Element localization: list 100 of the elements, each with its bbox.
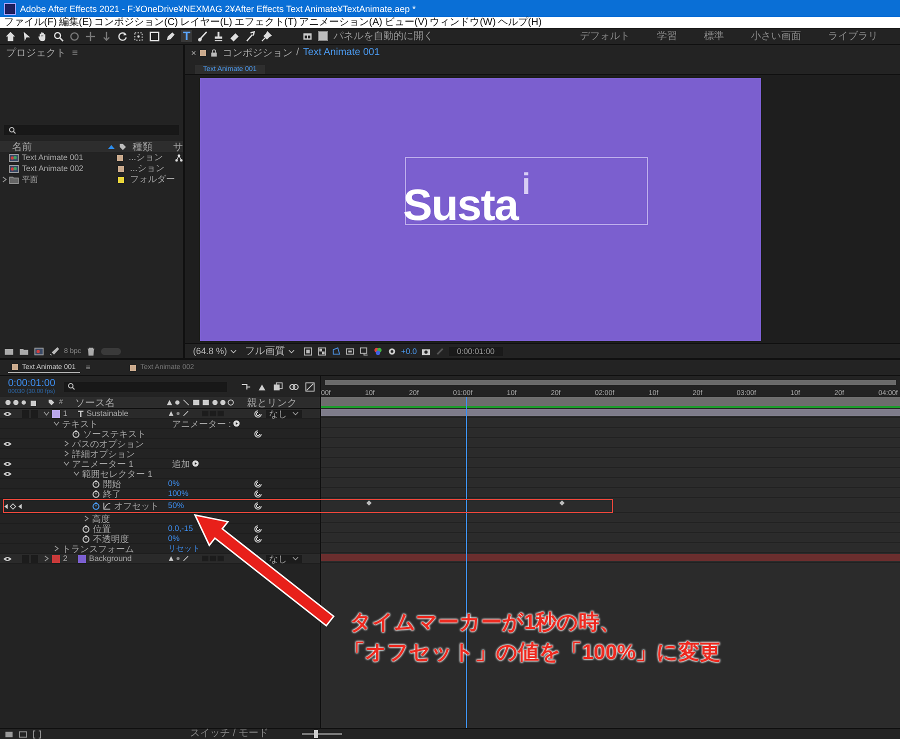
down-arrow-icon[interactable]	[101, 30, 112, 42]
layer-search-field[interactable]	[64, 382, 227, 392]
menu-item[interactable]: レイヤー(L)	[180, 17, 232, 28]
menu-item[interactable]: アニメーション(A)	[299, 17, 382, 28]
eraser-icon[interactable]	[229, 30, 240, 42]
pickwhip-icon[interactable]	[254, 490, 262, 498]
menu-item[interactable]: ビュー(V)	[384, 17, 428, 28]
chevron-down-icon[interactable]	[53, 421, 60, 426]
panel-menu-icon[interactable]: ≡	[72, 48, 78, 58]
chevron-right-icon[interactable]	[44, 555, 49, 562]
keyframe-navigator-icon[interactable]	[3, 502, 23, 510]
parent-dropdown[interactable]: なし	[266, 554, 302, 562]
chevron-right-icon[interactable]	[84, 515, 89, 522]
lock-icon[interactable]	[210, 48, 218, 56]
move-icon[interactable]	[85, 30, 96, 42]
visibility-eye-icon[interactable]	[3, 460, 12, 466]
keyframe-icon[interactable]	[366, 500, 372, 506]
column-header[interactable]: ソース名	[75, 396, 161, 410]
auto-open-checkbox[interactable]	[318, 31, 328, 41]
property-value[interactable]: 50%	[168, 501, 184, 511]
rectangle-icon[interactable]	[149, 30, 160, 42]
zoom-slider-thumb[interactable]	[314, 730, 318, 738]
stopwatch-icon[interactable]	[72, 430, 80, 438]
panel-menu-icon[interactable]: ≡	[86, 363, 90, 372]
pickwhip-icon[interactable]	[254, 480, 262, 488]
chevron-right-icon[interactable]	[64, 450, 69, 457]
trash-icon[interactable]	[86, 346, 96, 356]
add-animator-button[interactable]: 追加	[172, 458, 199, 468]
stopwatch-icon[interactable]	[92, 480, 100, 488]
pickwhip-icon[interactable]	[254, 502, 262, 510]
visibility-eye-icon[interactable]	[3, 556, 12, 562]
menu-item[interactable]: コンポジション(C)	[94, 17, 178, 28]
workspace-tab[interactable]: 標準	[704, 29, 724, 43]
property-value[interactable]: 0%	[168, 478, 180, 488]
region-icon[interactable]	[303, 346, 314, 356]
current-time-field[interactable]: 0:00:01:00	[448, 346, 503, 356]
menu-item[interactable]: エフェクト(T)	[234, 17, 298, 28]
home-icon[interactable]	[5, 30, 16, 42]
column-header[interactable]: 名前	[0, 140, 108, 154]
pin-icon[interactable]	[261, 30, 272, 42]
hand-icon[interactable]	[37, 30, 48, 42]
timecode-display[interactable]: 0:00:01:00	[8, 378, 58, 388]
parent-dropdown[interactable]: なし	[266, 410, 302, 418]
keyframe-icon[interactable]	[559, 500, 566, 506]
chevron-down-icon[interactable]	[43, 411, 50, 416]
quality-dropdown[interactable]: フル画質	[245, 344, 300, 358]
panel-toggle-icon[interactable]	[18, 730, 28, 738]
lock-switch[interactable]	[31, 410, 38, 418]
close-button[interactable]: ×	[191, 48, 196, 58]
orbit-icon[interactable]	[69, 30, 80, 42]
visibility-eye-icon[interactable]	[3, 410, 12, 416]
project-item[interactable]: Text Animate 001 ...ション	[0, 152, 183, 163]
switches-modes-toggle[interactable]: スイッチ / モード	[190, 729, 268, 739]
property-value[interactable]: 0.0,-15	[168, 524, 193, 534]
label-color-swatch[interactable]	[52, 554, 60, 562]
composition-name-link[interactable]: Text Animate 001	[303, 47, 380, 58]
label-color-swatch[interactable]	[52, 410, 60, 418]
project-item[interactable]: Text Animate 002 ...ション	[0, 163, 183, 174]
brush-icon[interactable]	[197, 30, 208, 42]
stopwatch-icon[interactable]	[92, 502, 100, 510]
transparency-grid-icon[interactable]	[317, 346, 328, 356]
interpret-footage-icon[interactable]	[4, 346, 14, 356]
camera-icon[interactable]	[420, 346, 431, 356]
menu-item[interactable]: ヘルプ(H)	[498, 17, 542, 28]
mask-path-icon[interactable]	[331, 346, 342, 356]
pointer-icon[interactable]	[21, 30, 32, 42]
guides-icon[interactable]	[345, 346, 356, 356]
stamp-icon[interactable]	[213, 30, 224, 42]
chevron-icon[interactable]	[2, 176, 7, 183]
pickwhip-icon[interactable]	[254, 410, 262, 418]
motion-blur-icon[interactable]	[289, 382, 299, 392]
workspace-tab[interactable]: ライブラリ	[828, 29, 878, 43]
column-header[interactable]: 親とリンク	[247, 396, 297, 410]
stopwatch-icon[interactable]	[82, 524, 90, 532]
chevron-right-icon[interactable]	[54, 545, 59, 552]
frame-blending-icon[interactable]	[273, 382, 283, 392]
comp-mini-icon[interactable]	[4, 730, 14, 738]
solo-switch[interactable]	[22, 410, 29, 418]
workspace-tab[interactable]: 学習	[657, 29, 677, 43]
chevron-down-icon[interactable]	[73, 471, 80, 476]
visibility-eye-icon[interactable]	[3, 440, 12, 446]
anchor-grid-icon[interactable]	[133, 30, 144, 42]
search-field[interactable]	[4, 125, 179, 135]
layer-name[interactable]: Sustainable	[86, 408, 128, 418]
stopwatch-icon[interactable]	[82, 534, 90, 542]
brackets-icon[interactable]	[32, 730, 42, 738]
rotate-icon[interactable]	[117, 30, 128, 42]
new-composition-icon[interactable]	[34, 346, 44, 356]
layer-name[interactable]: Background	[89, 554, 132, 564]
pickwhip-icon[interactable]	[254, 534, 262, 542]
zoom-dropdown[interactable]: (64.8 %)	[193, 346, 242, 356]
graph-editor-icon[interactable]	[305, 382, 315, 392]
menu-item[interactable]: ウィンドウ(W)	[430, 17, 496, 28]
graph-icon[interactable]	[103, 502, 111, 510]
type-tool-button[interactable]: T	[181, 30, 192, 42]
folder-icon[interactable]	[19, 346, 29, 356]
panel-icon[interactable]	[302, 30, 314, 42]
menu-item[interactable]: ファイル(F)	[4, 17, 57, 28]
rgb-channels-icon[interactable]	[373, 346, 384, 356]
pickwhip-icon[interactable]	[254, 524, 262, 532]
